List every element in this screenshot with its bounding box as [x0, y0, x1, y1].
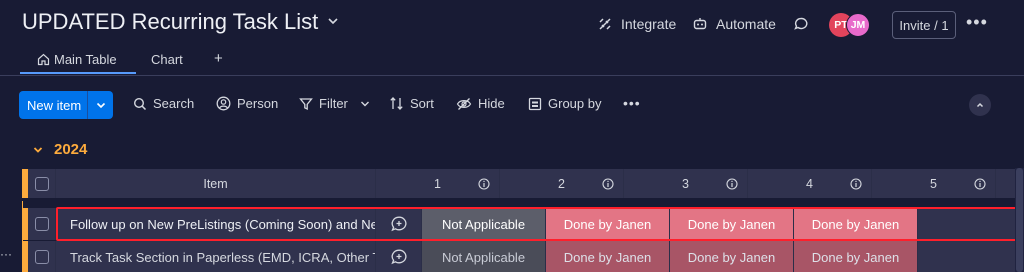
- integrate-icon: [599, 18, 611, 30]
- new-item-label: New item: [27, 97, 82, 113]
- invite-button[interactable]: Invite / 1: [892, 11, 956, 39]
- person-icon: [216, 96, 231, 111]
- column-header-label: 5: [930, 176, 937, 191]
- column-header-5[interactable]: 5: [872, 169, 996, 198]
- column-header-3[interactable]: 3: [624, 169, 748, 198]
- table-header-row: Item 1 2 3 4 5: [22, 169, 1022, 198]
- add-update-button[interactable]: [376, 241, 422, 272]
- table-row[interactable]: Track Task Section in Paperless (EMD, IC…: [22, 241, 1022, 272]
- status-cell[interactable]: Done by Janen: [670, 241, 794, 272]
- filter-label: Filter: [319, 96, 348, 111]
- filter-icon: [299, 97, 313, 110]
- column-header-4[interactable]: 4: [748, 169, 872, 198]
- collapse-header-button[interactable]: [969, 94, 991, 116]
- column-header-label: 3: [682, 176, 689, 191]
- robot-icon: [693, 18, 707, 30]
- group-by-button[interactable]: Group by: [528, 96, 601, 111]
- chat-icon[interactable]: [793, 16, 809, 32]
- person-filter-button[interactable]: Person: [216, 96, 278, 111]
- search-label: Search: [153, 96, 195, 111]
- chevron-down-icon[interactable]: [358, 98, 372, 110]
- group-header[interactable]: 2024: [32, 141, 87, 158]
- new-item-button[interactable]: New item: [19, 91, 113, 119]
- search-icon: [133, 97, 147, 110]
- chevron-up-icon: [976, 102, 984, 108]
- tab-main-table[interactable]: Main Table: [37, 52, 117, 67]
- column-header-1[interactable]: 1: [376, 169, 500, 198]
- more-options-icon[interactable]: •••: [966, 12, 988, 33]
- info-icon[interactable]: [974, 177, 986, 190]
- column-header-label: 4: [806, 176, 813, 191]
- checkbox-box: [34, 176, 49, 191]
- home-icon: [37, 53, 50, 66]
- column-header-label: 1: [434, 176, 441, 191]
- automate-button[interactable]: Automate: [692, 16, 776, 32]
- highlight-annotation: [56, 207, 1020, 241]
- add-update-icon: [390, 249, 407, 265]
- group-title[interactable]: 2024: [54, 141, 87, 158]
- hide-button[interactable]: Hide: [456, 96, 505, 111]
- tab-chart[interactable]: Chart: [151, 52, 183, 67]
- status-cell[interactable]: Not Applicable: [422, 241, 546, 272]
- active-tab-indicator: [20, 72, 136, 74]
- column-header-label: 2: [558, 176, 565, 191]
- tab-main-table-label: Main Table: [54, 52, 117, 67]
- group-by-label: Group by: [548, 96, 602, 111]
- sort-label: Sort: [410, 96, 434, 111]
- column-header-2[interactable]: 2: [500, 169, 624, 198]
- row-menu-icon[interactable]: ···: [0, 247, 12, 261]
- board-title[interactable]: UPDATED Recurring Task List: [22, 9, 318, 35]
- integrate-button[interactable]: Integrate: [597, 16, 676, 32]
- more-toolbar-icon[interactable]: •••: [623, 95, 641, 111]
- avatar-jm[interactable]: JM: [846, 13, 870, 37]
- group-by-icon: [528, 97, 542, 110]
- chevron-down-icon[interactable]: [326, 14, 340, 28]
- status-cell[interactable]: Done by Janen: [546, 241, 670, 272]
- search-button[interactable]: Search: [133, 96, 194, 111]
- info-icon[interactable]: [850, 177, 862, 190]
- eye-off-icon: [456, 97, 472, 110]
- group-guide-line: [22, 201, 54, 272]
- automate-label: Automate: [716, 16, 776, 32]
- row-tail: [918, 241, 1022, 272]
- new-item-dropdown[interactable]: [88, 99, 113, 111]
- info-icon[interactable]: [726, 177, 738, 190]
- item-name-cell[interactable]: Track Task Section in Paperless (EMD, IC…: [56, 241, 376, 272]
- filter-button[interactable]: Filter: [299, 96, 372, 111]
- select-all-checkbox[interactable]: [28, 169, 56, 198]
- scrollbar-thumb[interactable]: [1016, 168, 1023, 272]
- chevron-down-icon: [96, 102, 105, 109]
- info-icon[interactable]: [602, 177, 614, 190]
- tabs-divider: [0, 75, 1024, 76]
- integrate-label: Integrate: [621, 16, 677, 32]
- sort-button[interactable]: Sort: [389, 96, 434, 111]
- item-column-header[interactable]: Item: [56, 169, 376, 198]
- hide-label: Hide: [478, 96, 505, 111]
- status-cell[interactable]: Done by Janen: [794, 241, 918, 272]
- chevron-down-icon[interactable]: [32, 144, 44, 156]
- add-view-button[interactable]: +: [214, 50, 223, 67]
- person-label: Person: [237, 96, 279, 111]
- info-icon[interactable]: [478, 177, 490, 190]
- sort-icon: [390, 97, 403, 110]
